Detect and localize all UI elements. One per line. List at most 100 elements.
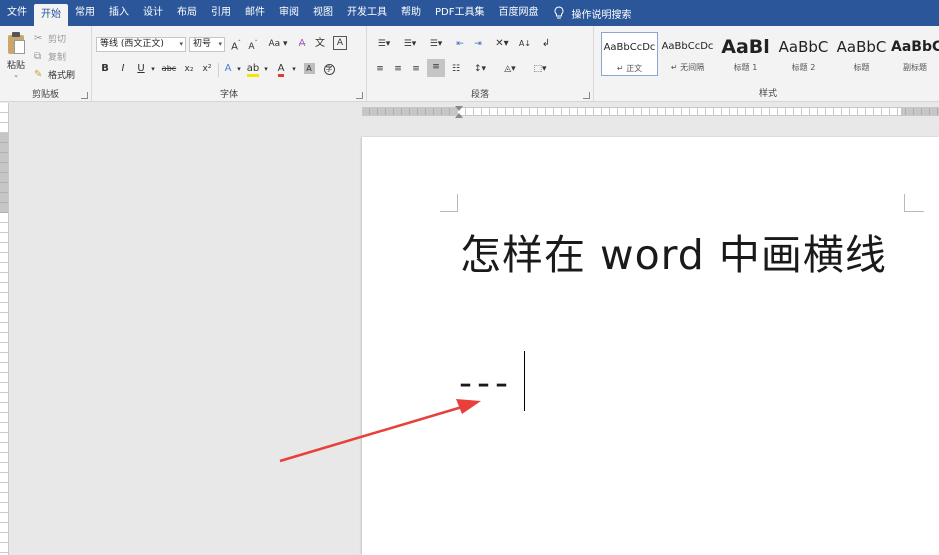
- tab-mailings[interactable]: 邮件: [238, 0, 272, 26]
- dialog-launcher-icon[interactable]: [81, 92, 88, 99]
- shading-icon[interactable]: ◬▾: [499, 61, 521, 77]
- chevron-down-icon: ▾: [179, 40, 183, 48]
- style-name: ↵ 正文: [616, 64, 643, 73]
- typed-dashes-text[interactable]: ---: [459, 363, 513, 404]
- copy-button[interactable]: ⧉ 复制: [34, 50, 66, 63]
- sort-icon[interactable]: A↓: [517, 36, 533, 52]
- chevron-down-icon: ▾: [218, 40, 222, 48]
- tab-layout[interactable]: 布局: [170, 0, 204, 26]
- bold-button[interactable]: B: [98, 61, 112, 77]
- strikethrough-button[interactable]: abc: [160, 61, 178, 77]
- text-effects-icon[interactable]: A: [222, 61, 234, 77]
- font-group: 等线 (西文正文) ▾ 初号 ▾ Aˆ Aˇ Aa ▾ A̶ 文 A B I U…: [92, 26, 367, 102]
- text-cursor: [524, 351, 525, 411]
- style-name: 副标题: [903, 63, 927, 72]
- show-marks-icon[interactable]: ↲: [539, 36, 553, 52]
- tab-home[interactable]: 开始: [34, 4, 68, 26]
- ribbon: 粘贴 ⌄ ✂ 剪切 ⧉ 复制 ✎ 格式刷 剪贴板 等线 (西文正文) ▾ 初号 …: [0, 26, 939, 102]
- tab-file[interactable]: 文件: [0, 0, 34, 26]
- tab-baidu-netdisk[interactable]: 百度网盘: [491, 0, 545, 26]
- style-name: 标题 1: [733, 63, 758, 72]
- crop-mark: [904, 211, 924, 212]
- style-normal[interactable]: AaBbCcDc ↵ 正文: [601, 32, 658, 76]
- style-sample: AaBbCcDc: [661, 41, 714, 52]
- tab-common[interactable]: 常用: [68, 0, 102, 26]
- shrink-font-icon[interactable]: Aˇ: [246, 36, 260, 52]
- copy-label: 复制: [48, 53, 67, 63]
- format-painter-button[interactable]: ✎ 格式刷: [34, 68, 75, 81]
- align-right-icon[interactable]: ≡: [409, 61, 423, 77]
- paragraph-group-label: 段落: [470, 90, 489, 100]
- chevron-down-icon[interactable]: ▾: [262, 61, 270, 77]
- multilevel-list-icon[interactable]: ☰▾: [425, 36, 447, 52]
- chinese-layout-icon[interactable]: ✕▾: [491, 36, 513, 52]
- numbering-icon[interactable]: ☰▾: [399, 36, 421, 52]
- borders-icon[interactable]: ⬚▾: [529, 61, 551, 77]
- align-center-icon[interactable]: ≡: [391, 61, 405, 77]
- clear-formatting-icon[interactable]: A̶: [295, 36, 309, 52]
- style-title[interactable]: AaBbC 标题: [833, 32, 890, 76]
- dialog-launcher-icon[interactable]: [356, 92, 363, 99]
- phonetic-guide-icon[interactable]: 文: [313, 36, 327, 52]
- tab-review[interactable]: 审阅: [272, 0, 306, 26]
- scissors-icon: ✂: [34, 32, 43, 44]
- style-subtitle[interactable]: AaBbC 副标题: [891, 32, 939, 76]
- chevron-down-icon[interactable]: ▾: [149, 61, 157, 77]
- increase-indent-icon[interactable]: ⇥: [471, 36, 485, 52]
- tab-view[interactable]: 视图: [306, 0, 340, 26]
- bullets-icon[interactable]: ☰▾: [373, 36, 395, 52]
- line-spacing-icon[interactable]: ↕▾: [469, 61, 491, 77]
- style-heading-2[interactable]: AaBbC 标题 2: [775, 32, 832, 76]
- tab-pdf-tools[interactable]: PDF工具集: [428, 0, 491, 26]
- style-no-spacing[interactable]: AaBbCcDc ↵ 无间隔: [659, 32, 716, 76]
- enclose-characters-icon[interactable]: 字: [322, 61, 336, 77]
- dialog-launcher-icon[interactable]: [583, 92, 590, 99]
- document-page[interactable]: 怎样在 word 中画横线 ---: [362, 137, 939, 555]
- decrease-indent-icon[interactable]: ⇤: [453, 36, 467, 52]
- font-color-icon[interactable]: A: [274, 61, 288, 77]
- horizontal-ruler-row: [0, 103, 939, 120]
- first-line-indent-marker[interactable]: [455, 106, 463, 111]
- tab-references[interactable]: 引用: [204, 0, 238, 26]
- tab-developer[interactable]: 开发工具: [340, 0, 394, 26]
- tab-design[interactable]: 设计: [136, 0, 170, 26]
- align-left-icon[interactable]: ≡: [373, 61, 387, 77]
- tab-insert[interactable]: 插入: [102, 0, 136, 26]
- document-title-text[interactable]: 怎样在 word 中画横线: [460, 221, 887, 281]
- crop-mark: [904, 194, 905, 212]
- italic-button[interactable]: I: [116, 61, 130, 77]
- chevron-down-icon[interactable]: ▾: [290, 61, 298, 77]
- change-case-icon[interactable]: Aa ▾: [267, 36, 289, 52]
- font-family-value: 等线 (西文正文): [100, 39, 164, 49]
- grow-font-icon[interactable]: Aˆ: [229, 36, 243, 52]
- style-name: 标题: [853, 63, 870, 72]
- paste-button[interactable]: 粘贴 ⌄: [3, 32, 29, 90]
- highlight-icon[interactable]: ab: [246, 61, 260, 77]
- subscript-button[interactable]: x₂: [182, 61, 196, 77]
- paragraph-group: ☰▾ ☰▾ ☰▾ ⇤ ⇥ ✕▾ A↓ ↲ ≡ ≡ ≡ ≡ ☷ ↕▾ ◬▾ ⬚▾ …: [367, 26, 594, 102]
- chevron-down-icon[interactable]: ▾: [235, 61, 243, 77]
- tab-help[interactable]: 帮助: [394, 0, 428, 26]
- cut-button[interactable]: ✂ 剪切: [34, 32, 66, 45]
- horizontal-ruler[interactable]: [362, 106, 939, 118]
- style-sample: AaBbC: [778, 38, 829, 56]
- underline-button[interactable]: U: [134, 61, 148, 77]
- vertical-ruler[interactable]: [0, 103, 9, 555]
- cut-label: 剪切: [48, 35, 67, 45]
- justify-icon[interactable]: ≡: [427, 59, 445, 77]
- distributed-icon[interactable]: ☷: [449, 61, 463, 77]
- font-group-label: 字体: [219, 90, 238, 100]
- style-heading-1[interactable]: AaBl 标题 1: [717, 32, 774, 76]
- font-size-select[interactable]: 初号 ▾: [189, 37, 225, 52]
- tell-me-search[interactable]: 操作说明搜索: [553, 6, 631, 21]
- font-family-select[interactable]: 等线 (西文正文) ▾: [96, 37, 186, 52]
- paintbrush-icon: ✎: [34, 68, 43, 80]
- style-name: 标题 2: [791, 63, 816, 72]
- word-window: 文件 开始 常用 插入 设计 布局 引用 邮件 审阅 视图 开发工具 帮助 PD…: [0, 0, 939, 555]
- character-border-icon[interactable]: A: [333, 36, 347, 50]
- superscript-button[interactable]: x²: [200, 61, 214, 77]
- hanging-indent-marker[interactable]: [455, 113, 463, 118]
- style-sample: AaBl: [721, 36, 770, 58]
- chevron-down-icon: ⌄: [13, 71, 19, 79]
- character-shading-icon[interactable]: A: [302, 61, 316, 77]
